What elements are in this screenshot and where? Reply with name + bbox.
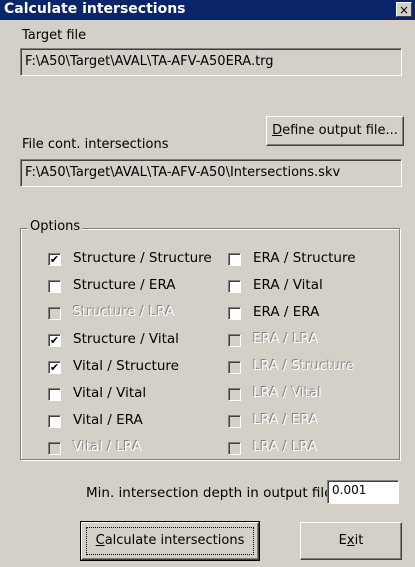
checkbox-box[interactable]: ✔ (48, 334, 61, 347)
checkbox-label: Vital / Structure (73, 358, 179, 374)
target-file-field[interactable]: F:\A50\Target\AVAL\TA-AFV-A50ERA.trg (20, 48, 402, 76)
options-group-label: Options (28, 219, 83, 234)
checkbox-box (228, 361, 241, 374)
checkbox-label: LRA / ERA (253, 412, 319, 428)
checkbox-box (228, 388, 241, 401)
window-title: Calculate intersections (4, 1, 186, 17)
checkbox-label: Structure / LRA (73, 304, 175, 320)
checkmark-icon: ✔ (49, 361, 60, 374)
checkbox-box (48, 307, 61, 320)
checkbox-label: Structure / Vital (73, 331, 179, 347)
checkbox-label: Structure / Structure (73, 250, 212, 266)
checkbox-label: LRA / Structure (253, 358, 355, 374)
calculate-intersections-dialog: Calculate intersections × Target file F:… (0, 0, 415, 567)
close-icon: × (398, 3, 410, 17)
checkbox-label: LRA / LRA (253, 439, 318, 455)
checkbox-box[interactable] (48, 280, 61, 293)
checkbox-box[interactable] (48, 388, 61, 401)
checkbox-label: Vital / LRA (73, 439, 142, 455)
checkbox-box[interactable] (228, 280, 241, 293)
checkbox-label: ERA / Structure (253, 250, 356, 266)
define-output-file-label: Define output file... (272, 123, 398, 138)
exit-button[interactable]: Exit (300, 522, 402, 560)
checkbox-box[interactable] (228, 307, 241, 320)
checkbox-box (48, 442, 61, 455)
output-file-field[interactable]: F:\A50\Target\AVAL\TA-AFV-A50\Intersecti… (20, 159, 402, 187)
depth-input[interactable]: 0.001 (327, 480, 399, 504)
close-button[interactable]: × (396, 2, 412, 17)
checkbox-label: ERA / Vital (253, 277, 323, 293)
checkbox-box (228, 334, 241, 347)
checkbox-box[interactable] (228, 253, 241, 266)
focus-rectangle (86, 527, 254, 555)
output-file-label: File cont. intersections (22, 137, 169, 152)
calculate-intersections-button[interactable]: Calculate intersections (80, 521, 260, 561)
checkbox-label: Vital / Vital (73, 385, 147, 401)
target-file-label: Target file (22, 28, 87, 43)
checkbox-label: LRA / Vital (253, 385, 322, 401)
checkmark-icon: ✔ (49, 253, 60, 266)
checkbox-box[interactable]: ✔ (48, 253, 61, 266)
checkmark-icon: ✔ (49, 334, 60, 347)
title-bar: Calculate intersections × (0, 0, 415, 20)
checkbox-label: Vital / ERA (73, 412, 143, 428)
exit-label: Exit (338, 533, 364, 548)
checkbox-label: Structure / ERA (73, 277, 176, 293)
checkbox-box[interactable] (48, 415, 61, 428)
checkbox-label: ERA / LRA (253, 331, 319, 347)
checkbox-box (228, 415, 241, 428)
checkbox-label: ERA / ERA (253, 304, 320, 320)
depth-label: Min. intersection depth in output file (86, 485, 333, 501)
checkbox-box (228, 442, 241, 455)
define-output-file-button[interactable]: Define output file... (266, 116, 404, 146)
checkbox-box[interactable]: ✔ (48, 361, 61, 374)
